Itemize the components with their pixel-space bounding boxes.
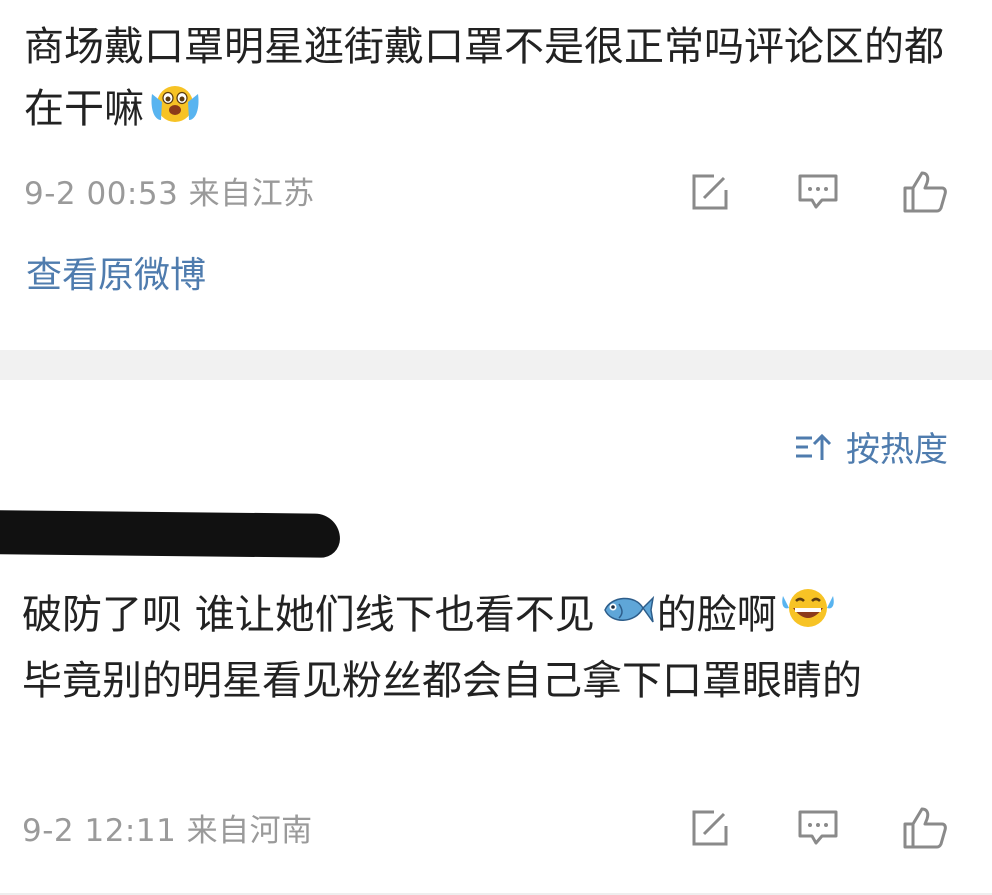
comment-icon [798,174,838,209]
section-divider [0,350,992,380]
sort-by-hot-button[interactable]: 按热度 [794,422,948,471]
comment-text-c: 毕竟别的明星看见粉丝都会自己拿下口罩眼睛的 [22,658,862,704]
sort-label: 按热度 [846,430,948,470]
comment-text-a: 破防了呗 谁让她们线下也看不见 [22,592,595,638]
post-meta: 9-2 00:53 来自江苏 [24,176,315,212]
original-post: 商场戴口罩明星逛街戴口罩不是很正常吗评论区的都在干嘛 9-2 00:53 来自江… [0,0,992,350]
fish-icon [597,585,655,649]
edit-icon [692,174,728,210]
redacted-username [0,510,341,558]
post-actions [624,168,948,216]
thumbs-up-icon [903,807,947,849]
laughing-face-icon [779,585,837,649]
comment-icon [798,810,838,845]
comment-button[interactable] [732,168,840,216]
post-text: 商场戴口罩明星逛街戴口罩不是很正常吗评论区的都在干嘛 [24,16,944,142]
comment-text: 破防了呗 谁让她们线下也看不见 的脸啊 毕竟别的明星看见粉丝都会自己拿下口罩眼睛… [22,583,962,713]
thumbs-up-icon [903,171,947,213]
view-original-link[interactable]: 查看原微博 [26,246,206,298]
sort-icon [796,433,832,460]
edit-icon [692,810,728,846]
comment-reply-button[interactable] [732,804,840,852]
comment-repost-button[interactable] [624,804,732,852]
comments-section: 按热度 破防了呗 谁让她们线下也看不见 的脸啊 毕竟别的明星看见粉丝都会自己拿下… [0,380,992,895]
crying-face-icon [146,80,204,142]
comment-like-button[interactable] [840,804,948,852]
like-button[interactable] [840,168,948,216]
comment-actions [624,804,948,852]
comment-text-b: 的脸啊 [656,592,777,638]
repost-button[interactable] [624,168,732,216]
comment-meta: 9-2 12:11 来自河南 [22,813,313,849]
